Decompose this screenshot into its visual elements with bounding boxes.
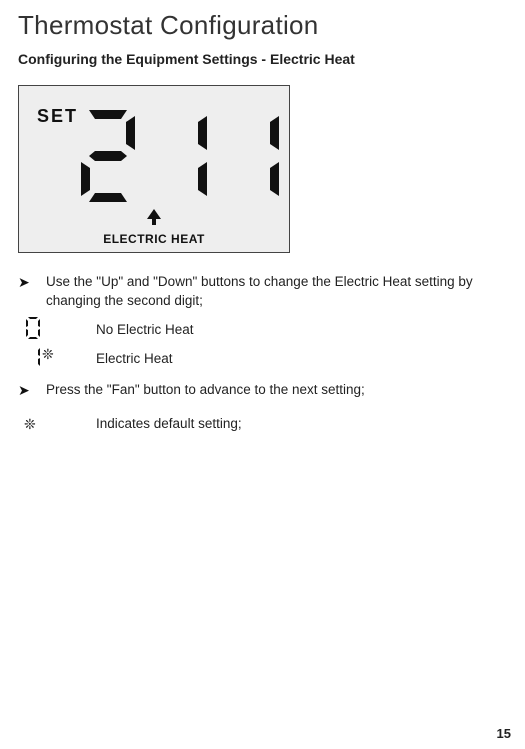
digit-1-icon [225,110,279,202]
seven-seg-0-icon [26,317,40,342]
instruction-list: ➤ Press the "Fan" button to advance to t… [18,381,507,401]
bullet-icon: ➤ [18,381,32,401]
digit-2-icon [81,110,135,202]
page-title: Thermostat Configuration [18,10,507,41]
list-item: ➤ Press the "Fan" button to advance to t… [18,381,507,401]
instruction-list: ➤ Use the "Up" and "Down" buttons to cha… [18,273,507,311]
section-heading: Configuring the Equipment Settings - Ele… [18,51,507,67]
option-row: No Electric Heat [26,317,507,342]
lcd-display: SET [18,85,290,253]
default-star-icon: ❊ [42,347,54,361]
page-number: 15 [497,726,511,741]
instruction-text: Use the "Up" and "Down" buttons to chang… [46,273,507,311]
seven-seg-1-icon [26,346,40,371]
list-item: ➤ Use the "Up" and "Down" buttons to cha… [18,273,507,311]
digit-1-icon [153,110,207,202]
footnote-star-icon: ❊ [24,416,36,433]
option-label: No Electric Heat [96,322,194,337]
lcd-footer-label: ELECTRIC HEAT [19,232,289,246]
footnote: ❊ Indicates default setting; [18,416,507,433]
footnote-text: Indicates default setting; [96,416,242,431]
lcd-set-label: SET [37,106,78,127]
option-label: Electric Heat [96,351,173,366]
bullet-icon: ➤ [18,273,32,293]
instruction-text: Press the "Fan" button to advance to the… [46,381,507,400]
lcd-digits [81,110,279,202]
arrow-up-icon [147,209,161,230]
option-row: ❊ Electric Heat [26,346,507,371]
